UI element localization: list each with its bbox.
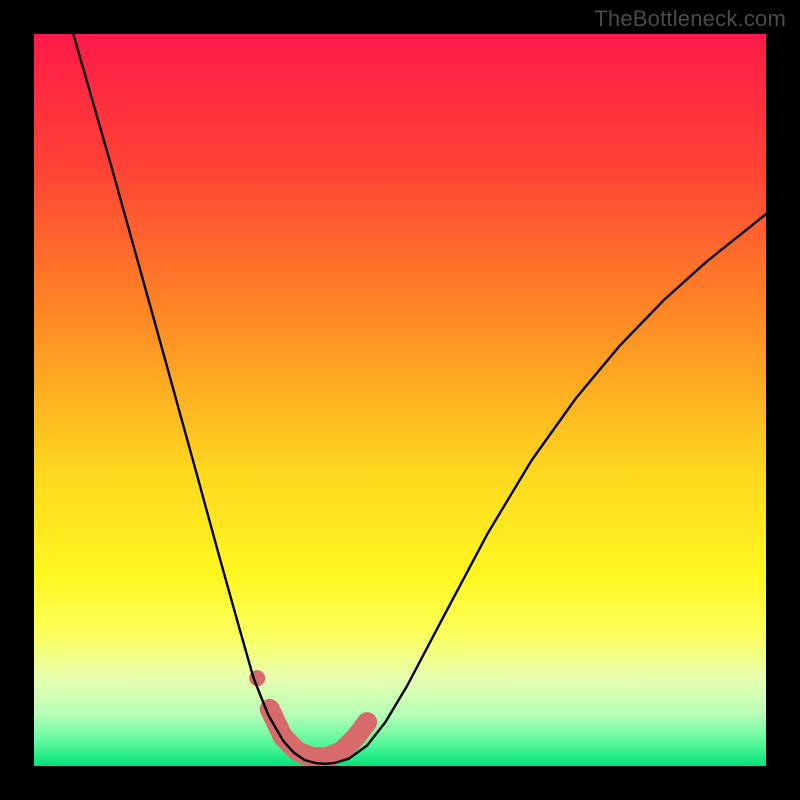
watermark-label: TheBottleneck.com xyxy=(594,6,786,32)
plot-area xyxy=(34,34,766,766)
curve-layer xyxy=(34,34,766,766)
highlight-band xyxy=(270,709,367,757)
chart-frame: TheBottleneck.com xyxy=(0,0,800,800)
bottleneck-curve xyxy=(69,34,766,764)
